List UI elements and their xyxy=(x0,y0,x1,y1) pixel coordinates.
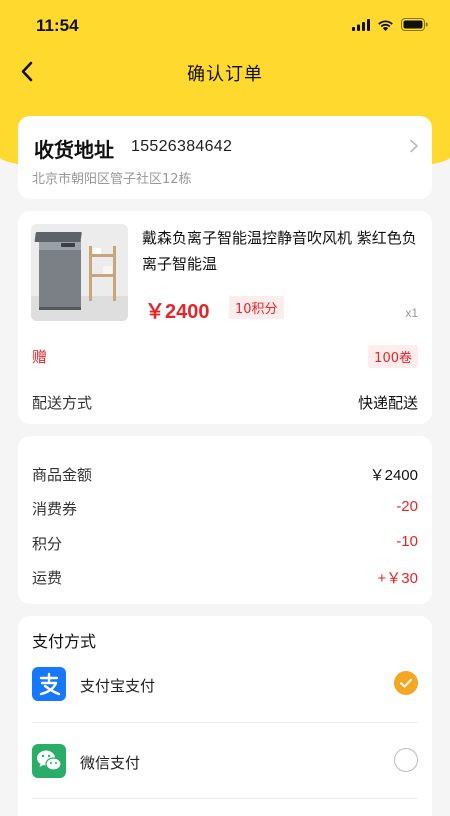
summary-value: -20 xyxy=(396,498,418,515)
summary-value: -10 xyxy=(396,533,418,550)
address-phone: 15526384642 xyxy=(131,138,233,155)
shipping-value[interactable]: 快递配送 xyxy=(358,392,418,413)
summary-label: 消费券 xyxy=(32,500,78,518)
product-image[interactable] xyxy=(31,224,128,321)
radio-checked-icon[interactable] xyxy=(394,671,418,695)
divider xyxy=(32,798,418,799)
points-badge: 10积分 xyxy=(229,296,284,319)
summary-row-points: 积分 -10 xyxy=(32,533,418,555)
washing-machine-illustration xyxy=(31,224,128,321)
cellular-signal-icon xyxy=(352,18,370,31)
radio-unchecked-icon[interactable] xyxy=(394,748,418,772)
status-time: 11:54 xyxy=(36,16,79,35)
payment-option-label: 支付宝支付 xyxy=(80,677,156,695)
battery-icon xyxy=(401,18,428,31)
divider xyxy=(32,722,418,723)
summary-row-shipping: 运费 +￥30 xyxy=(32,567,418,589)
product-price: ￥2400 xyxy=(145,301,210,323)
payment-option-wechat[interactable]: 微信支付 xyxy=(32,744,418,784)
chevron-right-icon xyxy=(410,139,418,153)
gift-label: 赠 xyxy=(32,348,48,366)
payment-option-label: 微信支付 xyxy=(80,754,141,772)
summary-label: 运费 xyxy=(32,569,63,587)
status-icons xyxy=(352,18,428,31)
summary-row-coupon: 消费券 -20 xyxy=(32,498,418,520)
product-card: 戴森负离子智能温控静音吹风机 紫红色负离子智能温 ￥2400 10积分 x1 赠… xyxy=(18,211,432,424)
summary-value: ￥2400 xyxy=(369,467,418,484)
address-detail: 北京市朝阳区管子社区12栋 xyxy=(32,172,192,187)
gift-badge: 100卷 xyxy=(368,345,418,368)
address-label: 收货地址 xyxy=(34,138,114,162)
page-title: 确认订单 xyxy=(187,64,263,85)
status-bar: 11:54 xyxy=(0,0,450,54)
wifi-icon xyxy=(378,20,393,31)
address-card[interactable]: 收货地址 15526384642 北京市朝阳区管子社区12栋 xyxy=(18,116,432,199)
summary-label: 积分 xyxy=(32,535,63,553)
summary-label: 商品金额 xyxy=(32,466,93,484)
summary-row-goods: 商品金额 ￥2400 xyxy=(32,464,418,486)
summary-value: +￥30 xyxy=(377,570,418,587)
alipay-icon xyxy=(32,667,66,701)
nav-bar: 确认订单 xyxy=(0,54,450,92)
payment-card: 支付方式 支付宝支付 微信支付 xyxy=(18,616,432,816)
price-summary-card: 商品金额 ￥2400 消费券 -20 积分 -10 运费 +￥30 xyxy=(18,436,432,604)
product-quantity: x1 xyxy=(405,306,418,320)
shipping-label: 配送方式 xyxy=(32,394,93,412)
wechat-icon xyxy=(32,744,66,778)
product-title: 戴森负离子智能温控静音吹风机 紫红色负离子智能温 xyxy=(142,229,417,273)
payment-title: 支付方式 xyxy=(32,632,97,651)
payment-option-alipay[interactable]: 支付宝支付 xyxy=(32,667,418,707)
